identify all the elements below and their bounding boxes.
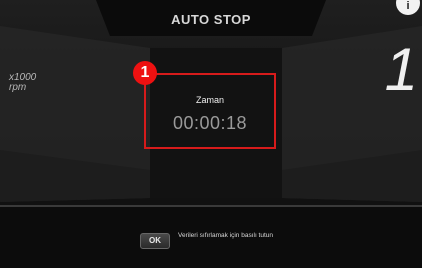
timer-value: 00:00:18 (172, 113, 248, 133)
rpm-unit-label: x1000 rpm (9, 73, 36, 93)
horizon-line (0, 205, 422, 207)
timer-panel: Zaman 00:00:18 (144, 73, 276, 149)
callout-number-badge: 1 (133, 61, 157, 85)
gear-indicator: 1 (384, 36, 418, 103)
rpm-unit: rpm (9, 82, 27, 93)
reset-hint-text: Verileri sıfırlamak için basılı tutun (178, 232, 274, 239)
screen-title: AUTO STOP (171, 12, 251, 27)
ok-button[interactable]: OK (140, 233, 170, 249)
timer-label: Zaman (195, 95, 224, 105)
dashboard-screen: AUTO STOP i x1000 rpm 1 1 Zaman 00:00:18… (0, 0, 422, 268)
